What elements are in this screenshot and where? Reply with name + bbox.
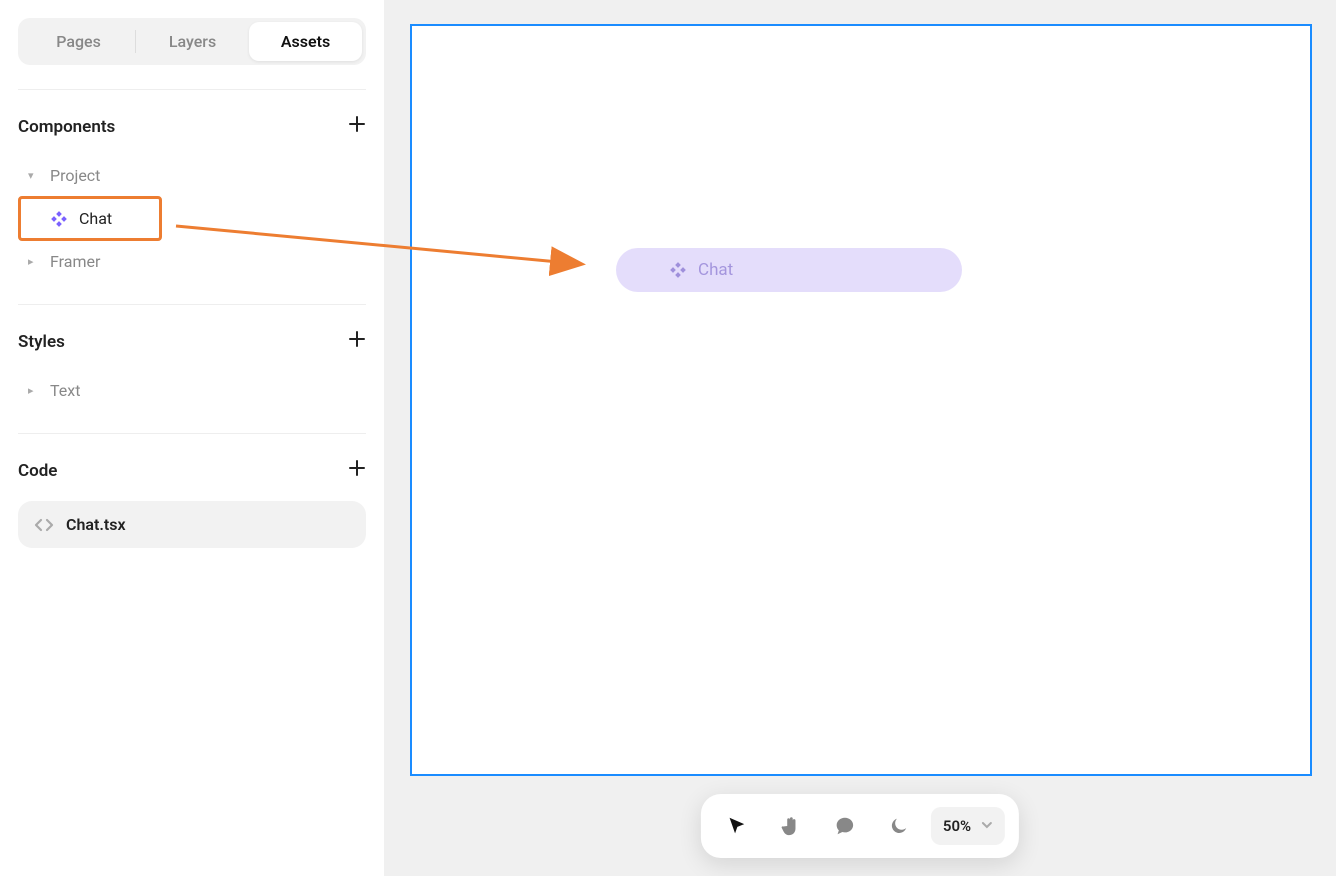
tree-item-project[interactable]: ▾ Project [18, 157, 366, 194]
canvas-area[interactable]: Chat 50% [384, 0, 1336, 876]
tab-pages[interactable]: Pages [22, 22, 135, 61]
tree-item-label: Project [50, 166, 100, 185]
canvas-toolbar: 50% [701, 794, 1019, 858]
styles-section-title: Styles [18, 332, 65, 352]
component-icon [670, 262, 686, 278]
caret-down-icon: ▾ [28, 169, 42, 182]
code-section: Code Chat.tsx [18, 433, 366, 548]
caret-right-icon: ▸ [28, 384, 42, 397]
tabs: Pages Layers Assets [18, 18, 366, 65]
zoom-control[interactable]: 50% [931, 807, 1005, 845]
code-file-item[interactable]: Chat.tsx [18, 501, 366, 548]
plus-icon [348, 115, 366, 133]
cursor-tool-button[interactable] [715, 804, 759, 848]
styles-tree: ▸ Text [18, 372, 366, 409]
plus-icon [348, 459, 366, 477]
canvas-frame[interactable]: Chat [410, 24, 1312, 776]
components-section-title: Components [18, 117, 115, 137]
zoom-value: 50% [943, 817, 971, 835]
add-style-button[interactable] [348, 329, 366, 354]
comment-tool-button[interactable] [823, 804, 867, 848]
caret-right-icon: ▸ [28, 255, 42, 268]
tree-item-text[interactable]: ▸ Text [18, 372, 366, 409]
tab-assets[interactable]: Assets [249, 22, 362, 61]
chevron-down-icon [981, 819, 993, 834]
tree-item-chat[interactable]: Chat [18, 196, 162, 241]
tab-layers[interactable]: Layers [136, 22, 249, 61]
dark-mode-button[interactable] [877, 804, 921, 848]
hand-tool-button[interactable] [769, 804, 813, 848]
components-section: Components ▾ Project Chat ▸ [18, 114, 366, 280]
canvas-chat-component[interactable]: Chat [616, 248, 962, 292]
chat-bubble-icon [834, 815, 856, 837]
styles-section: Styles ▸ Text [18, 304, 366, 409]
tree-item-framer[interactable]: ▸ Framer [18, 243, 366, 280]
hand-icon [780, 815, 802, 837]
code-section-title: Code [18, 461, 57, 481]
tree-item-label: Framer [50, 252, 100, 271]
add-component-button[interactable] [348, 114, 366, 139]
tree-item-label: Chat [79, 209, 112, 228]
code-icon [34, 515, 54, 535]
canvas-chat-label: Chat [698, 260, 733, 280]
components-tree: ▾ Project Chat ▸ Framer [18, 157, 366, 280]
moon-icon [888, 815, 910, 837]
plus-icon [348, 330, 366, 348]
code-file-label: Chat.tsx [66, 515, 126, 534]
tree-item-label: Text [50, 381, 80, 400]
add-code-button[interactable] [348, 458, 366, 483]
divider [18, 89, 366, 90]
sidebar: Pages Layers Assets Components ▾ Project [0, 0, 384, 876]
cursor-icon [726, 815, 748, 837]
component-icon [51, 211, 67, 227]
